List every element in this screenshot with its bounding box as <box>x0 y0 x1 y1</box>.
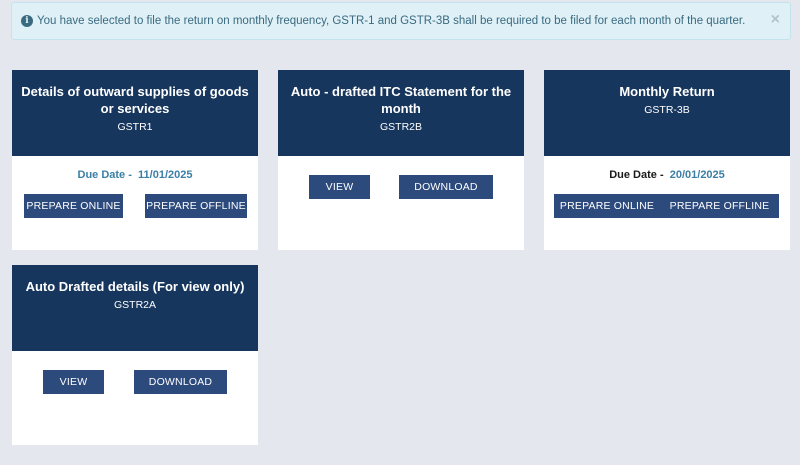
gstr2b-download-button[interactable]: DOWNLOAD <box>399 175 493 199</box>
gstr3b-title: Monthly Return <box>619 84 715 99</box>
gstr3b-prepare-online-button[interactable]: PREPARE ONLINE <box>554 194 660 218</box>
gstr1-subtitle: GSTR1 <box>117 121 153 133</box>
gstr3b-card: Monthly Return GSTR-3B Due Date - 20/01/… <box>544 70 790 250</box>
gstr1-due-date: Due Date - 11/01/2025 <box>12 169 258 181</box>
gstr3b-subtitle: GSTR-3B <box>644 104 690 116</box>
gstr2a-subtitle: GSTR2A <box>113 299 156 311</box>
due-date-label: Due Date - <box>609 169 664 181</box>
gstr1-prepare-offline-button[interactable]: PREPARE OFFLINE <box>145 194 247 218</box>
gstr2b-card-header: Auto - drafted ITC Statement for the mon… <box>278 70 524 156</box>
gstr2b-card: Auto - drafted ITC Statement for the mon… <box>278 70 524 250</box>
due-date-value: 20/01/2025 <box>669 169 725 181</box>
alert-message: You have selected to file the return on … <box>37 15 746 27</box>
gstr1-card-header: Details of outward supplies of goods or … <box>12 70 258 156</box>
gstr2b-title: Auto - drafted ITC Statement for the mon… <box>290 84 512 116</box>
due-date-value: 11/01/2025 <box>138 169 193 181</box>
gstr1-prepare-online-button[interactable]: PREPARE ONLINE <box>24 194 123 218</box>
gstr2a-view-button[interactable]: VIEW <box>43 370 104 394</box>
info-alert: i You have selected to file the return o… <box>11 2 791 40</box>
info-circle-icon: i <box>21 15 33 27</box>
gstr2a-download-button[interactable]: DOWNLOAD <box>134 370 227 394</box>
gstr1-title: Details of outward supplies of goods or … <box>21 84 249 116</box>
gstr2b-subtitle: GSTR2B <box>379 121 422 133</box>
gstr2a-title: Auto Drafted details (For view only) <box>25 279 245 294</box>
close-icon[interactable]: × <box>771 12 780 28</box>
gstr2b-view-button[interactable]: VIEW <box>309 175 370 199</box>
gstr3b-card-header: Monthly Return GSTR-3B <box>544 70 790 156</box>
gstr2a-card-header: Auto Drafted details (For view only) GST… <box>12 265 258 351</box>
gstr3b-prepare-offline-button[interactable]: PREPARE OFFLINE <box>660 194 779 218</box>
due-date-label: Due Date - <box>77 169 132 181</box>
gstr1-card: Details of outward supplies of goods or … <box>12 70 258 250</box>
gstr3b-due-date: Due Date - 20/01/2025 <box>544 169 790 181</box>
gstr2a-card: Auto Drafted details (For view only) GST… <box>12 265 258 445</box>
